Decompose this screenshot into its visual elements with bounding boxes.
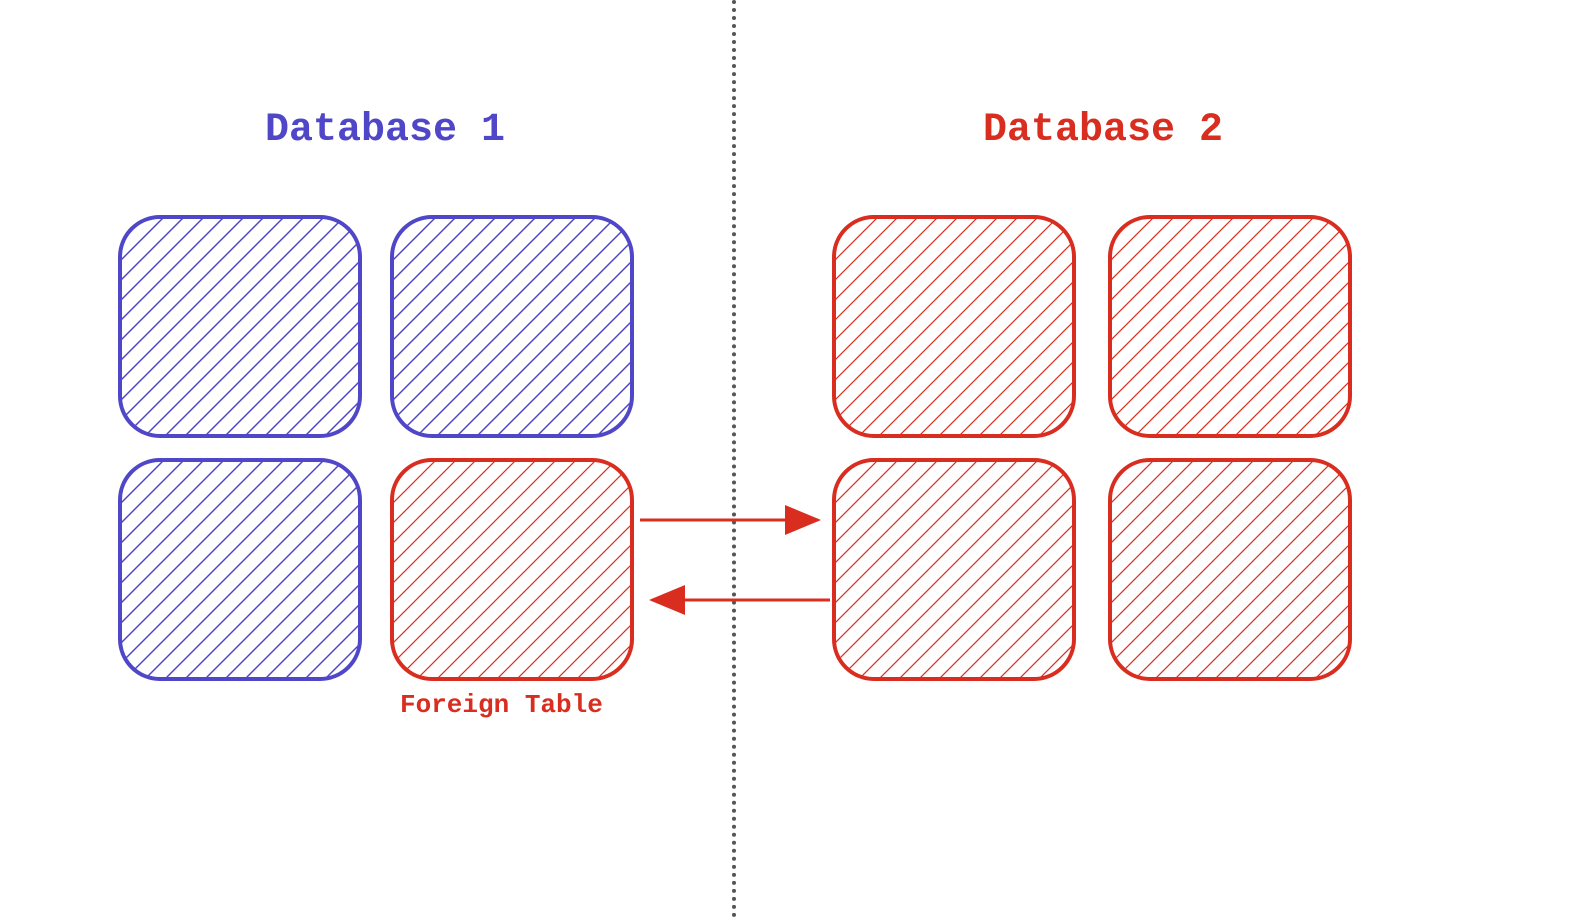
db2-table-r1c1 (1108, 458, 1352, 681)
title-database-2: Database 2 (983, 108, 1223, 153)
title-database-1: Database 1 (265, 108, 505, 153)
db2-table-r0c1 (1108, 215, 1352, 438)
db1-table-r1c0 (118, 458, 362, 681)
db1-foreign-table (390, 458, 634, 681)
db2-table-r1c0 (832, 458, 1076, 681)
bidirectional-arrows (638, 500, 832, 620)
db1-table-r0c0 (118, 215, 362, 438)
db2-table-r0c0 (832, 215, 1076, 438)
diagram-canvas: Database 1 Database 2 Foreign Table (0, 0, 1590, 918)
vertical-divider (732, 0, 736, 918)
db1-table-r0c1 (390, 215, 634, 438)
foreign-table-label: Foreign Table (400, 690, 603, 720)
